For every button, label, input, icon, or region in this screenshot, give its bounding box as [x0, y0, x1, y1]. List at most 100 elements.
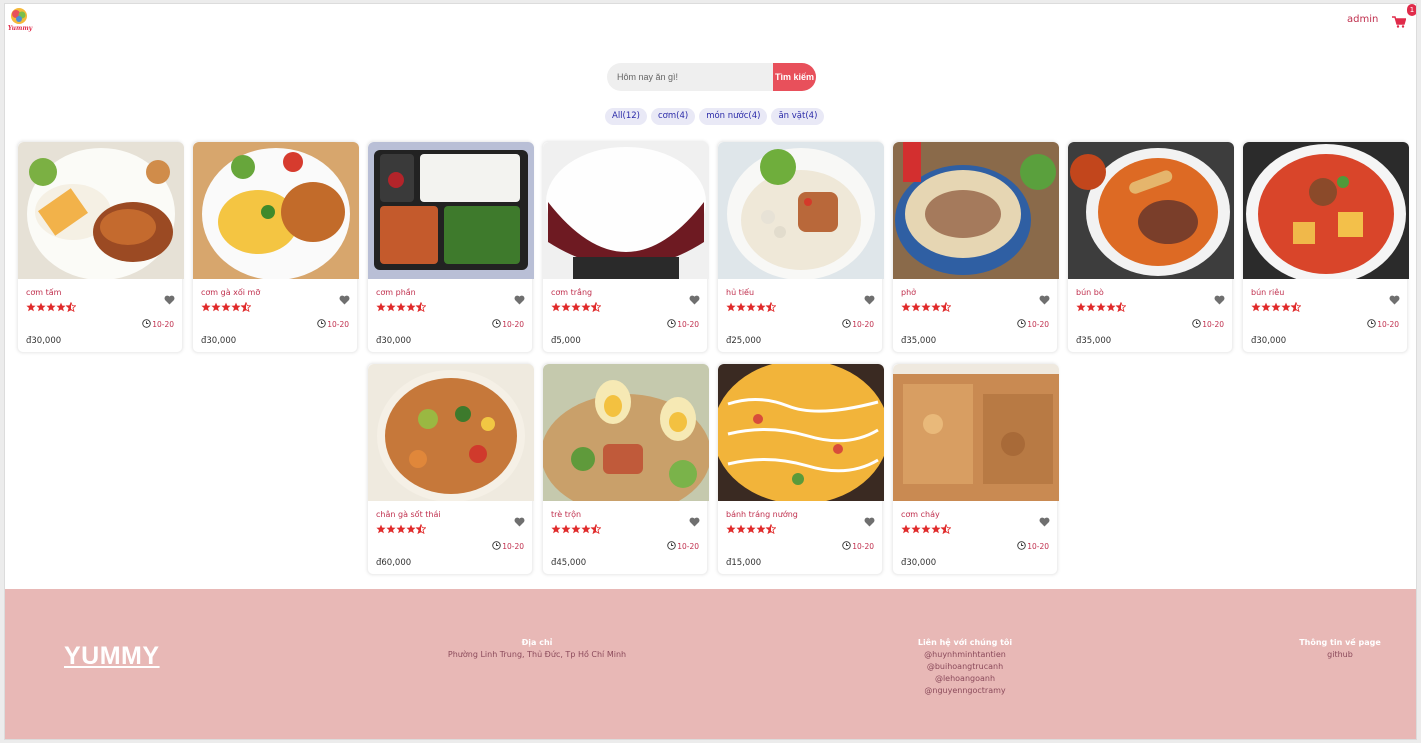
clock-icon — [317, 319, 326, 330]
prep-time: 10-20 — [317, 319, 349, 330]
food-image[interactable] — [543, 364, 709, 501]
cart-count-badge: 1 — [1407, 4, 1416, 16]
product-price: đ30,000 — [26, 336, 62, 346]
search-button[interactable]: Tìm kiếm — [773, 63, 816, 91]
heart-icon[interactable] — [1039, 290, 1050, 305]
heart-icon[interactable] — [164, 290, 175, 305]
food-image[interactable] — [368, 364, 534, 501]
product-card[interactable]: hủ tiếu 10-20 đ25,000 — [717, 141, 884, 353]
heart-icon[interactable] — [339, 290, 350, 305]
food-image[interactable] — [193, 142, 359, 279]
clock-icon — [142, 319, 151, 330]
heart-icon[interactable] — [1039, 512, 1050, 527]
food-image[interactable] — [543, 142, 709, 279]
rating-stars — [901, 524, 951, 534]
heart-icon[interactable] — [864, 290, 875, 305]
prep-time-text: 10-20 — [852, 320, 874, 329]
food-image[interactable] — [893, 142, 1059, 279]
prep-time-text: 10-20 — [852, 542, 874, 551]
rating-stars — [551, 302, 601, 312]
prep-time-text: 10-20 — [1202, 320, 1224, 329]
product-card[interactable]: cơm trắng 10-20 đ5,000 — [542, 141, 709, 353]
contact-link[interactable]: @buihoangtrucanh — [885, 661, 1045, 673]
product-card[interactable]: trè trộn 10-20 đ45,000 — [542, 363, 709, 575]
product-name[interactable]: bún riêu — [1251, 288, 1284, 297]
product-name[interactable]: cơm tấm — [26, 288, 61, 297]
prep-time-text: 10-20 — [327, 320, 349, 329]
user-menu[interactable]: admin — [1347, 14, 1378, 25]
rating-stars — [376, 302, 426, 312]
food-image[interactable] — [893, 364, 1059, 501]
prep-time: 10-20 — [1017, 319, 1049, 330]
product-price: đ30,000 — [201, 336, 237, 346]
clock-icon — [492, 319, 501, 330]
search-input[interactable] — [607, 63, 777, 91]
product-card[interactable]: bún bò 10-20 đ35,000 — [1067, 141, 1234, 353]
product-name[interactable]: chân gà sốt thái — [376, 510, 441, 519]
rating-stars — [26, 302, 76, 312]
rating-stars — [551, 524, 601, 534]
footer-address-title: Địa chỉ — [521, 638, 553, 647]
footer-contact: Liên hệ với chúng tôi @huynhminhtantien … — [885, 637, 1045, 697]
product-card[interactable]: cơm gà xối mỡ 10-20 đ30,000 — [192, 141, 359, 353]
filter-mon-nuoc[interactable]: món nước(4) — [699, 108, 768, 125]
product-name[interactable]: bánh tráng nướng — [726, 510, 798, 519]
heart-icon[interactable] — [514, 512, 525, 527]
footer-address: Địa chỉ Phường Linh Trung, Thủ Đức, Tp H… — [437, 637, 637, 661]
prep-time-text: 10-20 — [1377, 320, 1399, 329]
food-image[interactable] — [18, 142, 184, 279]
product-name[interactable]: cơm phần — [376, 288, 416, 297]
prep-time: 10-20 — [667, 541, 699, 552]
food-image[interactable] — [1243, 142, 1409, 279]
clock-icon — [842, 319, 851, 330]
contact-link[interactable]: @nguyenngoctramy — [885, 685, 1045, 697]
product-card[interactable]: bún riêu 10-20 đ30,000 — [1242, 141, 1409, 353]
heart-icon[interactable] — [1214, 290, 1225, 305]
product-name[interactable]: cơm cháy — [901, 510, 940, 519]
footer-page-title: Thông tin về page — [1299, 638, 1381, 647]
category-filters: All(12) cơm(4) món nước(4) ăn vặt(4) — [605, 108, 825, 125]
product-name[interactable]: hủ tiếu — [726, 288, 754, 297]
heart-icon[interactable] — [864, 512, 875, 527]
product-name[interactable]: cơm trắng — [551, 288, 592, 297]
product-name[interactable]: cơm gà xối mỡ — [201, 288, 260, 297]
prep-time: 10-20 — [667, 319, 699, 330]
prep-time: 10-20 — [1017, 541, 1049, 552]
contact-link[interactable]: @lehoangoanh — [885, 673, 1045, 685]
product-price: đ35,000 — [901, 336, 937, 346]
product-price: đ35,000 — [1076, 336, 1112, 346]
contact-link[interactable]: @huynhminhtantien — [885, 649, 1045, 661]
cart-icon[interactable] — [1392, 13, 1407, 28]
product-price: đ45,000 — [551, 558, 587, 568]
product-card[interactable]: cơm tấm 10-20 đ30,000 — [17, 141, 184, 353]
rating-stars — [726, 524, 776, 534]
heart-icon[interactable] — [1389, 290, 1400, 305]
filter-com[interactable]: cơm(4) — [651, 108, 696, 125]
product-card[interactable]: cơm phần 10-20 đ30,000 — [367, 141, 534, 353]
logo-icon[interactable]: Yummy — [7, 6, 33, 32]
rating-stars — [726, 302, 776, 312]
rating-stars — [201, 302, 251, 312]
prep-time: 10-20 — [1192, 319, 1224, 330]
github-link[interactable]: github — [1285, 649, 1395, 661]
product-name[interactable]: bún bò — [1076, 288, 1104, 297]
food-image[interactable] — [1068, 142, 1234, 279]
filter-an-vat[interactable]: ăn vặt(4) — [771, 108, 825, 125]
filter-all[interactable]: All(12) — [605, 108, 647, 125]
product-name[interactable]: trè trộn — [551, 510, 581, 519]
rating-stars — [376, 524, 426, 534]
rating-stars — [1251, 302, 1301, 312]
product-name[interactable]: phở — [901, 288, 916, 297]
product-card[interactable]: bánh tráng nướng 10-20 đ15,000 — [717, 363, 884, 575]
clock-icon — [667, 319, 676, 330]
heart-icon[interactable] — [514, 290, 525, 305]
product-card[interactable]: phở 10-20 đ35,000 — [892, 141, 1059, 353]
food-image[interactable] — [718, 364, 884, 501]
food-image[interactable] — [718, 142, 884, 279]
footer-brand[interactable]: YUMMY — [64, 642, 160, 671]
product-card[interactable]: cơm cháy 10-20 đ30,000 — [892, 363, 1059, 575]
heart-icon[interactable] — [689, 290, 700, 305]
product-card[interactable]: chân gà sốt thái 10-20 đ60,000 — [367, 363, 534, 575]
food-image[interactable] — [368, 142, 534, 279]
heart-icon[interactable] — [689, 512, 700, 527]
